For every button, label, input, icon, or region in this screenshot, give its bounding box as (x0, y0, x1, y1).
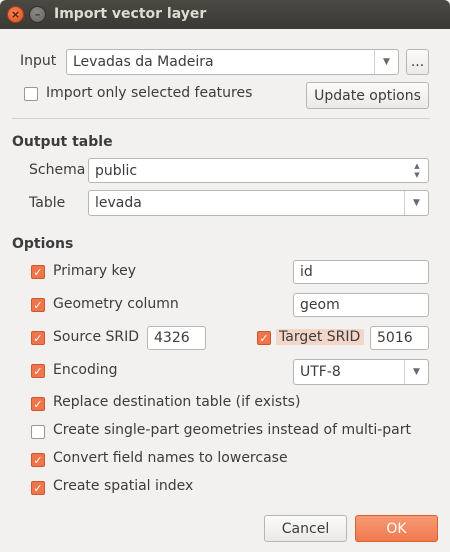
output-table-heading: Output table (12, 134, 113, 150)
target-srid-input[interactable]: 5016 (370, 326, 429, 350)
spatial-index-label: Create spatial index (53, 478, 194, 494)
replace-table-label: Replace destination table (if exists) (53, 394, 301, 410)
options-heading: Options (12, 236, 74, 252)
lowercase-checkbox[interactable]: ✓ (31, 453, 45, 467)
geometry-column-checkbox[interactable]: ✓ (31, 298, 45, 312)
primary-key-value: id (300, 264, 313, 280)
update-options-button[interactable]: Update options (306, 82, 429, 109)
geometry-column-value: geom (300, 297, 340, 313)
chevron-down-icon: ▼ (404, 191, 428, 215)
target-srid-checkbox[interactable]: ✓ (257, 331, 271, 345)
browse-button[interactable]: ... (406, 49, 429, 75)
spatial-index-checkbox[interactable]: ✓ (31, 481, 45, 495)
encoding-value: UTF-8 (300, 364, 341, 380)
only-selected-label: Import only selected features (46, 85, 253, 101)
encoding-combo[interactable]: UTF-8 ▼ (293, 359, 429, 385)
close-icon[interactable]: × (7, 6, 24, 23)
encoding-label: Encoding (53, 362, 118, 378)
primary-key-checkbox[interactable]: ✓ (31, 265, 45, 279)
source-srid-checkbox[interactable]: ✓ (31, 331, 45, 345)
schema-combo[interactable]: public ▲ ▼ (88, 158, 429, 183)
primary-key-label: Primary key (53, 263, 137, 279)
ok-button[interactable]: OK (355, 515, 438, 542)
schema-value: public (95, 162, 138, 179)
input-layer-value: Levadas da Madeira (73, 54, 214, 70)
schema-label: Schema (29, 162, 86, 178)
window-title: Import vector layer (54, 6, 207, 22)
table-label: Table (29, 195, 66, 211)
table-value: levada (95, 195, 142, 211)
geometry-column-label: Geometry column (53, 296, 179, 312)
divider (12, 118, 430, 119)
replace-table-checkbox[interactable]: ✓ (31, 397, 45, 411)
source-srid-value: 4326 (154, 330, 190, 346)
source-srid-input[interactable]: 4326 (147, 326, 206, 350)
minimize-icon[interactable]: – (29, 6, 46, 23)
lowercase-label: Convert field names to lowercase (53, 450, 288, 466)
geometry-column-input[interactable]: geom (293, 293, 429, 317)
encoding-checkbox[interactable]: ✓ (31, 364, 45, 378)
source-srid-label: Source SRID (53, 329, 140, 345)
table-combo[interactable]: levada ▼ (88, 190, 429, 216)
input-label: Input (20, 53, 57, 69)
target-srid-value: 5016 (377, 330, 413, 346)
target-srid-label: Target SRID (276, 329, 365, 345)
primary-key-input[interactable]: id (293, 260, 429, 284)
single-part-label: Create single-part geometries instead of… (53, 422, 411, 438)
updown-arrows-icon: ▲ ▼ (414, 162, 420, 179)
single-part-checkbox[interactable] (31, 425, 45, 439)
chevron-down-icon: ▼ (374, 50, 398, 74)
title-bar: × – Import vector layer (0, 0, 450, 29)
only-selected-checkbox[interactable] (24, 87, 38, 101)
input-layer-combo[interactable]: Levadas da Madeira ▼ (66, 49, 399, 75)
cancel-button[interactable]: Cancel (264, 515, 347, 542)
chevron-down-icon: ▼ (404, 360, 428, 384)
